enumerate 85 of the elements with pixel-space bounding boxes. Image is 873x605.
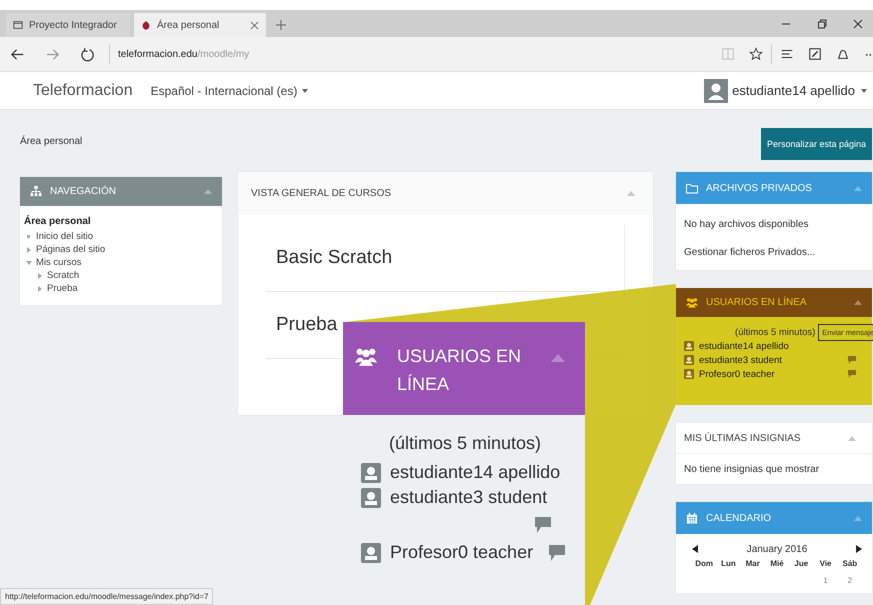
new-tab-icon[interactable]: [276, 20, 286, 30]
expanded-icon[interactable]: [26, 260, 32, 264]
avatar-icon[interactable]: [704, 78, 728, 102]
nav-item[interactable]: Prueba: [47, 283, 78, 294]
customize-page-button[interactable]: Personalizar esta página: [760, 128, 872, 160]
calendar-day[interactable]: 1: [813, 576, 838, 585]
user-icon: [684, 341, 694, 351]
block-title: NAVEGACIÓN: [50, 186, 116, 197]
user-link[interactable]: estudiante14 apellido: [699, 340, 789, 352]
menu-icon[interactable]: [780, 47, 794, 61]
page-icon: [13, 20, 23, 30]
browser-tab[interactable]: Área personal: [134, 13, 266, 37]
sitemap-icon: [30, 186, 42, 197]
chat-icon[interactable]: [535, 517, 551, 533]
bell-icon[interactable]: [836, 47, 850, 61]
next-month-icon[interactable]: [856, 545, 862, 553]
back-icon[interactable]: [10, 46, 25, 62]
close-icon[interactable]: [853, 19, 863, 29]
collapsed-icon[interactable]: [27, 246, 31, 252]
nav-item[interactable]: Scratch: [47, 270, 80, 281]
manage-files-link[interactable]: Gestionar ficheros Privados...: [684, 238, 872, 266]
course-link[interactable]: Basic Scratch: [276, 247, 392, 269]
folder-icon: [686, 182, 698, 194]
user-icon: [361, 488, 381, 508]
weekday-label: Lun: [720, 559, 737, 568]
period-label: (últimos 5 minutos): [735, 326, 816, 338]
raspberry-icon: [141, 20, 151, 30]
weekday-label: Vie: [818, 559, 832, 568]
weekday-label: Dom: [694, 559, 714, 568]
empty-message: No tiene insignias que mostrar: [676, 453, 872, 484]
block-title: VISTA GENERAL DE CURSOS: [251, 188, 392, 199]
pencil-icon[interactable]: [808, 47, 822, 61]
block-title: USUARIOS EN LÍNEA: [706, 297, 807, 308]
calendar-day[interactable]: 2: [838, 576, 862, 585]
weekday-label: Sáb: [842, 559, 858, 568]
weekday-label: Jue: [793, 559, 810, 568]
caret-icon: [861, 88, 867, 92]
star-icon[interactable]: [749, 47, 763, 61]
browser-tab[interactable]: Proyecto Integrador: [6, 13, 130, 37]
weekday-label: Mar: [744, 559, 761, 568]
users-icon: [686, 297, 698, 308]
bullet-icon: [27, 235, 30, 238]
forward-icon[interactable]: [45, 46, 60, 62]
collapsed-icon[interactable]: [38, 286, 42, 292]
block-title: ARCHIVOS PRIVADOS: [706, 182, 812, 194]
refresh-icon[interactable]: [80, 46, 95, 62]
nav-item[interactable]: Mis cursos: [36, 257, 82, 268]
nav-item[interactable]: Inicio del sitio: [36, 231, 94, 242]
chat-icon[interactable]: [549, 544, 566, 560]
close-tab-icon[interactable]: [250, 20, 259, 30]
user-icon: [684, 369, 694, 379]
calendar-icon: [686, 512, 698, 524]
weekday-label: Mié: [769, 559, 785, 568]
chat-icon[interactable]: [848, 370, 856, 378]
user-icon: [361, 462, 381, 482]
caret-icon: [302, 88, 308, 92]
block-title: CALENDARIO: [706, 512, 772, 524]
previous-month-icon[interactable]: [692, 545, 698, 553]
period-label: (últimos 5 minutos): [388, 433, 542, 454]
user-icon: [684, 355, 694, 365]
user-link[interactable]: Profesor0 teacher: [699, 368, 775, 380]
block-title: MIS ÚLTIMAS INSIGNIAS: [684, 432, 800, 444]
user-menu[interactable]: estudiante14 apellido: [732, 83, 855, 98]
month-title: January 2016: [746, 544, 808, 554]
status-bar: http://teleformacion.edu/moodle/message/index.php?id=7: [0, 588, 214, 605]
breadcrumb[interactable]: Área personal: [20, 136, 82, 147]
course-link[interactable]: Prueba: [276, 314, 338, 336]
users-icon: [355, 347, 377, 366]
collapsed-icon[interactable]: [38, 272, 42, 278]
user-icon: [361, 542, 381, 562]
nav-item[interactable]: Área personal: [24, 216, 216, 227]
site-name[interactable]: Teleformacion: [33, 82, 133, 100]
user-link[interactable]: Profesor0 teacher: [390, 542, 534, 563]
empty-message: No hay archivos disponibles: [684, 218, 810, 232]
book-icon[interactable]: [721, 47, 735, 61]
user-link[interactable]: estudiante3 student: [699, 354, 782, 366]
nav-item[interactable]: Páginas del sitio: [36, 244, 106, 255]
user-link[interactable]: estudiante14 apellido: [390, 462, 560, 483]
callout-title: USUARIOS EN LÍNEA: [397, 345, 522, 396]
address-field[interactable]: teleformacion.edu/moodle/my: [118, 48, 250, 60]
language-menu[interactable]: Español - Internacional (es): [150, 84, 298, 98]
chat-icon[interactable]: [848, 356, 856, 364]
collapse-icon[interactable]: [848, 436, 856, 440]
restore-icon[interactable]: [817, 19, 827, 29]
user-link[interactable]: estudiante3 student: [390, 487, 548, 508]
